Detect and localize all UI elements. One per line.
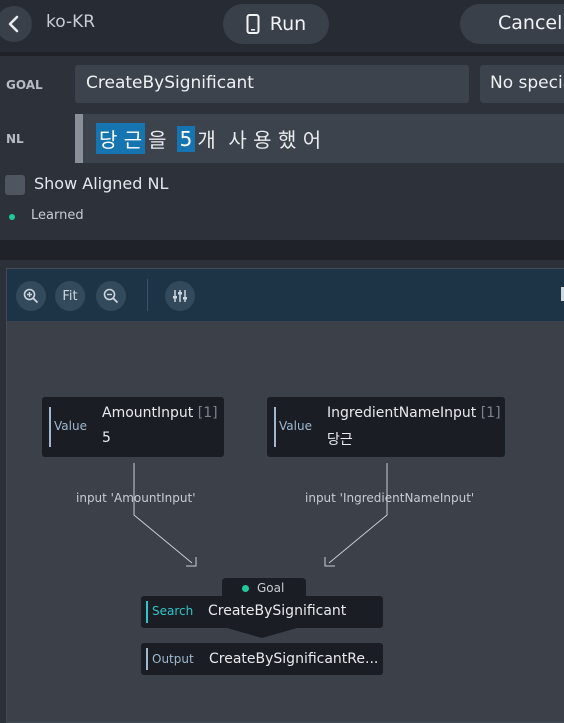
node-value: 당근 — [327, 432, 353, 448]
node-value: 5 — [102, 430, 111, 446]
node-kind: Output — [152, 652, 194, 666]
edge-label-ingredient: input 'IngredientNameInput' — [305, 491, 475, 505]
output-node[interactable]: Output CreateBySignificantRe... — [141, 643, 383, 675]
goal-tab-label: Goal — [257, 581, 285, 595]
node-title: CreateBySignificant — [208, 603, 347, 619]
node-accent — [274, 407, 276, 447]
edge-label-amount: input 'AmountInput' — [76, 491, 196, 505]
ingredient-name-input-node[interactable]: Value IngredientNameInput [1] 당근 — [267, 397, 505, 457]
node-accent — [146, 601, 148, 623]
node-title: AmountInput [1] — [102, 405, 218, 421]
node-title: CreateBySignificantRe... — [209, 651, 379, 667]
node-accent — [146, 648, 148, 670]
node-accent — [49, 407, 51, 447]
node-title: IngredientNameInput [1] — [327, 405, 501, 421]
node-kind: Search — [152, 604, 194, 618]
node-kind: Value — [54, 419, 87, 433]
goal-status-dot — [242, 585, 249, 592]
node-kind: Value — [279, 419, 312, 433]
amount-input-node[interactable]: Value AmountInput [1] 5 — [42, 397, 224, 457]
search-node[interactable]: Search CreateBySignificant — [141, 596, 383, 628]
